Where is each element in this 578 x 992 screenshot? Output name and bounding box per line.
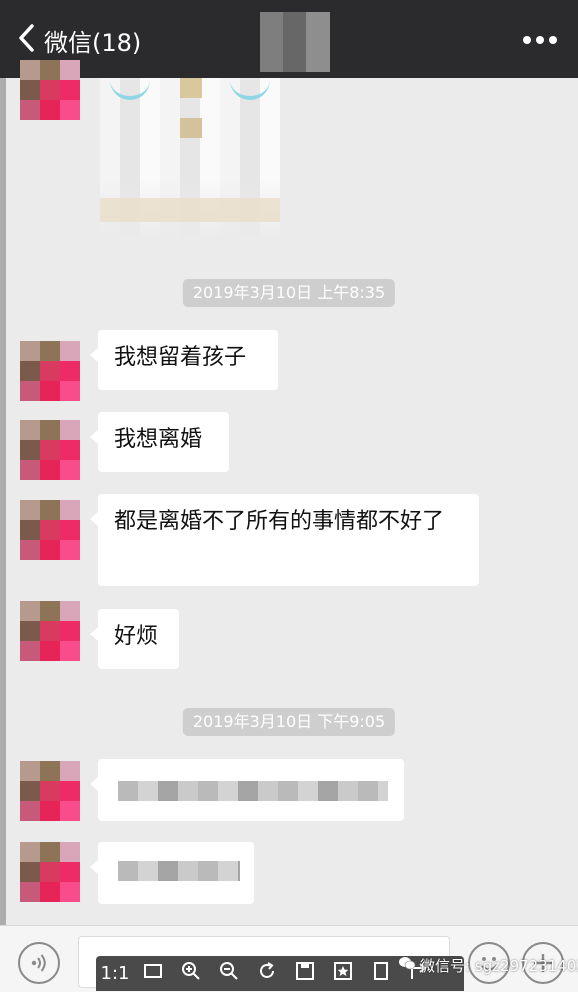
message-bubble[interactable]: 我想离婚: [90, 412, 229, 472]
back-chevron-icon: [16, 23, 38, 57]
fit-icon: [142, 960, 164, 987]
message-text: 我想留着孩子: [114, 345, 247, 370]
zoom-in-icon: [180, 960, 202, 987]
zoom-out-button[interactable]: [210, 956, 248, 991]
back-label: 微信(18): [44, 28, 142, 57]
chat-area[interactable]: 2019年3月10日 上午8:35 我想留着孩子 我想离婚 都是离婚不了所有的事…: [0, 60, 578, 925]
message-text: 我想离婚: [114, 427, 203, 452]
wechat-logo-icon: [398, 956, 420, 974]
zoom-in-button[interactable]: [172, 956, 210, 991]
avatar[interactable]: [20, 842, 80, 902]
copy-icon: [370, 960, 392, 987]
avatar[interactable]: [20, 420, 80, 480]
watermark-text: 微信号: sgz297231402: [420, 956, 578, 975]
background-strip: [0, 78, 6, 925]
avatar[interactable]: [20, 341, 80, 401]
message-bubble[interactable]: 我想留着孩子: [90, 330, 278, 390]
message-bubble[interactable]: 都是离婚不了所有的事情都不好了: [90, 494, 479, 586]
ratio-label: 1:1: [100, 963, 130, 984]
message-bubble[interactable]: 好烦: [90, 609, 179, 669]
more-dots-icon[interactable]: [520, 26, 560, 54]
favorite-icon: [332, 960, 354, 987]
image-detail: [180, 78, 202, 98]
copy-button[interactable]: [362, 956, 400, 991]
voice-icon: [20, 954, 58, 986]
save-button[interactable]: [286, 956, 324, 991]
zoom-out-icon: [218, 960, 240, 987]
watermark: 微信号: sgz297231402: [398, 953, 578, 977]
fit-button[interactable]: [134, 956, 172, 991]
message-text: 好烦: [114, 624, 159, 649]
rotate-icon: [256, 960, 278, 987]
message-text: 都是离婚不了所有的事情都不好了: [114, 509, 445, 534]
avatar[interactable]: [20, 601, 80, 661]
avatar[interactable]: [20, 60, 80, 120]
timestamp: 2019年3月10日 上午8:35: [182, 279, 396, 307]
timestamp: 2019年3月10日 下午9:05: [182, 708, 396, 736]
avatar[interactable]: [20, 761, 80, 821]
save-icon: [294, 960, 316, 987]
redacted-text: [118, 861, 240, 881]
redacted-contact-name: [260, 12, 330, 72]
image-detail: [180, 118, 202, 138]
rotate-button[interactable]: [248, 956, 286, 991]
voice-button[interactable]: [18, 942, 60, 984]
back-button[interactable]: 微信(18): [16, 20, 141, 60]
image-detail: [100, 198, 280, 222]
chat-header: 微信(18): [0, 0, 578, 78]
ratio-button[interactable]: 1:1: [96, 956, 134, 991]
avatar[interactable]: [20, 500, 80, 560]
redacted-text: [118, 781, 388, 801]
favorite-button[interactable]: [324, 956, 362, 991]
